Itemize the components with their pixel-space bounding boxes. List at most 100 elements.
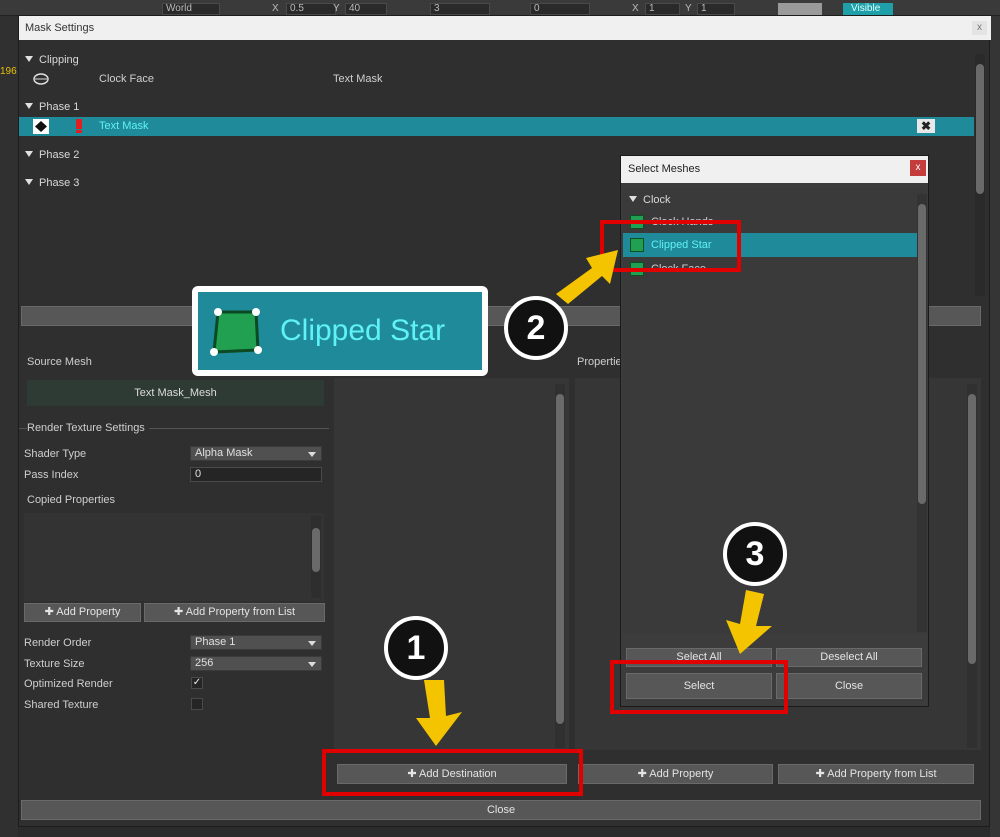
properties-scrollbar[interactable] [967, 384, 977, 748]
space-dropdown[interactable]: World [162, 3, 220, 15]
x-label: X [272, 3, 279, 14]
close-label: Close [486, 804, 516, 816]
warning-icon [76, 119, 82, 133]
depth-field[interactable]: 3 [430, 3, 490, 15]
add-property-from-list-label: Add Property from List [185, 606, 296, 618]
shader-type-value: Alpha Mask [195, 447, 253, 459]
copied-properties-list[interactable] [24, 513, 324, 601]
clipping-row-target: Text Mask [333, 73, 383, 85]
scale-x-label: X [632, 3, 639, 14]
phase1-row-text-mask[interactable]: Text Mask ✖ [19, 117, 974, 136]
destination-scrollbar[interactable] [555, 384, 565, 748]
remove-row-icon[interactable]: ✖ [917, 119, 935, 133]
tree-scrollbar[interactable] [975, 54, 985, 296]
mesh-group-clock[interactable]: Clock [629, 194, 671, 206]
render-order-value: Phase 1 [195, 636, 236, 648]
texture-size-dropdown[interactable]: 256 [190, 656, 322, 671]
add-property-label: Add Property [56, 606, 121, 618]
tree-header-clipping[interactable]: Clipping [25, 54, 79, 66]
pass-index-label: Pass Index [24, 469, 79, 481]
expand-triangle-icon [25, 151, 33, 157]
optimized-render-checkbox[interactable]: ✓ [191, 677, 203, 689]
phase1-row-name: Text Mask [99, 120, 149, 132]
arrow-icon [416, 680, 462, 746]
highlight-add-destination [322, 749, 583, 796]
right-add-property-button[interactable]: ✚ Add Property [578, 764, 773, 784]
render-order-dropdown[interactable]: Phase 1 [190, 635, 322, 650]
copied-properties-scrollbar[interactable] [311, 516, 321, 598]
expand-triangle-icon [25, 103, 33, 109]
clipping-label: Clipping [39, 54, 79, 66]
pass-index-field[interactable]: 0 [190, 467, 322, 482]
step-callout-2: 2 [504, 296, 568, 360]
plus-icon: ✚ [44, 606, 57, 618]
side-number: 196 [0, 66, 17, 77]
popup-close-label: Close [834, 680, 864, 692]
clipping-mesh-icon [33, 73, 49, 85]
texture-size-value: 256 [195, 657, 214, 669]
plus-icon: ✚ [637, 768, 650, 780]
texture-size-label: Texture Size [24, 658, 85, 670]
scale-y-field[interactable]: 1 [697, 3, 735, 15]
rotation-field[interactable]: 0 [530, 3, 590, 15]
step-callout-1: 1 [384, 616, 448, 680]
chevron-down-icon [308, 641, 316, 646]
viewport-right-strip [990, 16, 1000, 837]
source-mesh-field[interactable]: Text Mask_Mesh [27, 380, 324, 406]
render-texture-settings-label: Render Texture Settings [27, 422, 149, 434]
plus-icon: ✚ [815, 768, 828, 780]
zoom-callout-label: Clipped Star [280, 314, 446, 347]
tree-header-phase2[interactable]: Phase 2 [25, 149, 79, 161]
source-mesh-label: Source Mesh [27, 356, 92, 368]
clipping-row-name: Clock Face [99, 73, 155, 85]
shared-texture-label: Shared Texture [24, 699, 99, 711]
clipping-row[interactable]: Clock Face Text Mask [19, 71, 974, 88]
color-swatch[interactable] [778, 3, 822, 15]
expand-triangle-icon [629, 196, 637, 202]
popup-close-icon[interactable]: x [910, 160, 926, 176]
visible-toggle[interactable]: Visible [843, 3, 893, 15]
tree-scroll-thumb[interactable] [976, 64, 984, 194]
scale-x-field[interactable]: 1 [645, 3, 680, 15]
render-order-label: Render Order [24, 637, 92, 649]
popup-close-button[interactable]: Close [776, 673, 922, 699]
copied-properties-scroll-thumb[interactable] [312, 528, 320, 572]
optimized-render-label: Optimized Render [24, 678, 113, 690]
mesh-list-scrollbar[interactable] [917, 194, 927, 632]
chevron-down-icon [308, 662, 316, 667]
right-add-property-label: Add Property [649, 768, 714, 780]
dialog-close-button[interactable]: x [972, 21, 987, 35]
phase1-label: Phase 1 [39, 101, 80, 113]
shader-type-dropdown[interactable]: Alpha Mask [190, 446, 322, 461]
mesh-group-label: Clock [643, 194, 671, 206]
popup-title: Select Meshes [628, 163, 701, 175]
add-property-from-list-button[interactable]: ✚ Add Property from List [144, 603, 325, 622]
shared-texture-checkbox[interactable] [191, 698, 203, 710]
dialog-title: Mask Settings [25, 22, 95, 34]
x-field[interactable]: 0.5 [286, 3, 336, 15]
viewport-left-strip [0, 16, 18, 837]
deselect-all-label: Deselect All [820, 651, 878, 663]
zoom-callout: Clipped Star [192, 286, 488, 376]
y-field[interactable]: 40 [345, 3, 387, 15]
right-add-property-from-list-button[interactable]: ✚ Add Property from List [778, 764, 974, 784]
diamond-mesh-icon [33, 119, 49, 134]
properties-scroll-thumb[interactable] [968, 394, 976, 664]
add-property-button[interactable]: ✚ Add Property [24, 603, 141, 622]
y-label: Y [333, 3, 340, 14]
tree-header-phase3[interactable]: Phase 3 [25, 177, 79, 189]
step-callout-3: 3 [723, 522, 787, 586]
chevron-down-icon [308, 452, 316, 457]
phase3-label: Phase 3 [39, 177, 80, 189]
dialog-close-bottom-button[interactable]: Close [21, 800, 981, 820]
properties-label: Propertie [577, 356, 622, 368]
arrow-icon [726, 590, 772, 654]
destination-scroll-thumb[interactable] [556, 394, 564, 724]
top-toolbar: World X 0.5 Y 40 3 0 X 1 Y 1 Visible [0, 0, 1000, 16]
deselect-all-button[interactable]: Deselect All [776, 648, 922, 667]
highlight-select-button [610, 660, 788, 714]
popup-title-bar: Select Meshes x [621, 156, 928, 183]
scale-y-label: Y [685, 3, 692, 14]
mesh-list-scroll-thumb[interactable] [918, 204, 926, 504]
tree-header-phase1[interactable]: Phase 1 [25, 101, 79, 113]
